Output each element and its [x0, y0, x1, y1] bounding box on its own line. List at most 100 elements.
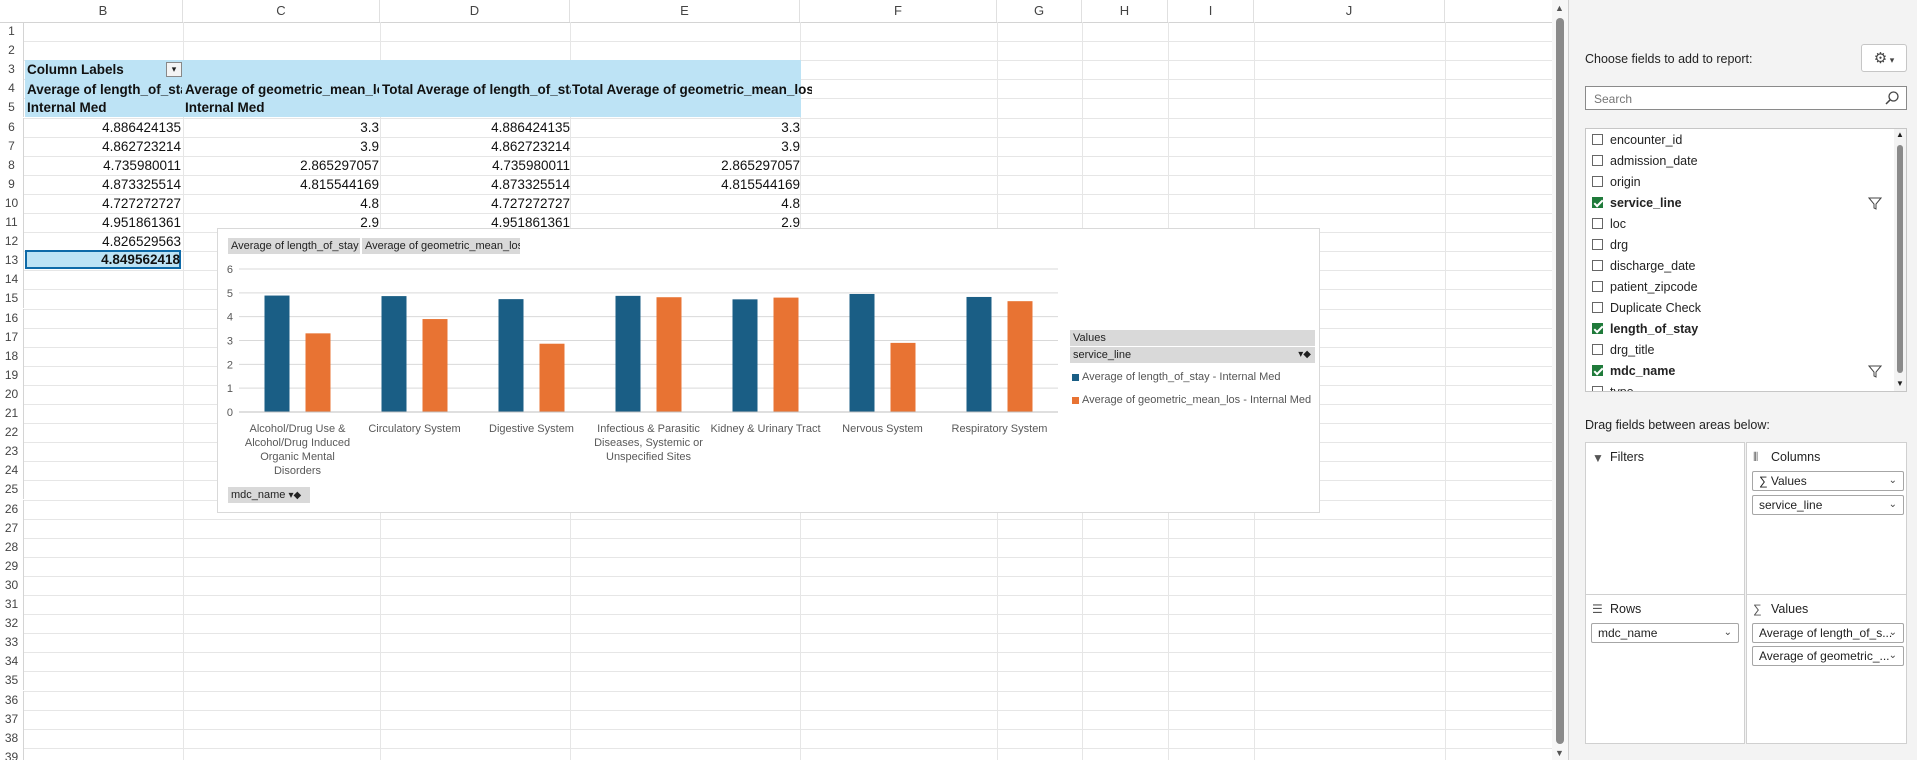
rows-area[interactable]: ☰ Rows mdc_name ⌄ — [1585, 594, 1745, 744]
bar-length-of-stay[interactable] — [381, 296, 407, 412]
row-header-14[interactable]: 14 — [0, 270, 24, 290]
column-header-b[interactable]: B — [24, 0, 183, 22]
row-header-7[interactable]: 7 — [0, 136, 24, 156]
service-line-header-2[interactable]: Internal Med — [185, 98, 375, 117]
field-checkbox[interactable] — [1592, 260, 1603, 271]
filter-icon[interactable] — [1868, 196, 1882, 210]
row-header-24[interactable]: 24 — [0, 461, 24, 481]
row-header-3[interactable]: 3 — [0, 60, 24, 80]
column-header-f[interactable]: F — [800, 0, 997, 22]
field-settings-button[interactable]: ⚙ ▾ — [1861, 44, 1907, 72]
field-item-drg[interactable]: drg — [1592, 235, 1882, 255]
field-item-loc[interactable]: loc — [1592, 214, 1882, 234]
row-header-12[interactable]: 12 — [0, 232, 24, 252]
row-header-32[interactable]: 32 — [0, 614, 24, 634]
bar-length-of-stay[interactable] — [966, 296, 992, 412]
row-header-6[interactable]: 6 — [0, 117, 24, 137]
field-checkbox[interactable] — [1592, 197, 1603, 208]
field-item-length-of-stay[interactable]: length_of_stay — [1592, 319, 1882, 339]
pivot-header-1[interactable]: Average of length_of_sta — [27, 80, 182, 99]
field-item-type[interactable]: type — [1592, 382, 1882, 391]
row-header-19[interactable]: 19 — [0, 365, 24, 385]
row-header-20[interactable]: 20 — [0, 384, 24, 404]
columns-area[interactable]: ⦀ Columns ∑ Values ⌄ service_line ⌄ — [1746, 442, 1907, 596]
pivot-value-cell[interactable]: 4.886424135 — [382, 118, 570, 137]
bar-geometric-mean-los[interactable] — [773, 297, 799, 412]
pivot-value-cell[interactable]: 3.3 — [185, 118, 379, 137]
field-item-mdc-name[interactable]: mdc_name — [1592, 361, 1882, 381]
field-list-scrollbar[interactable]: ▲ ▼ — [1894, 129, 1906, 391]
pivot-header-2[interactable]: Average of geometric_mean_lo — [185, 80, 379, 99]
pivot-value-cell[interactable]: 4.862723214 — [382, 137, 570, 156]
row-header-5[interactable]: 5 — [0, 98, 24, 118]
field-checkbox[interactable] — [1592, 281, 1603, 292]
service-line-header-1[interactable]: Internal Med — [27, 98, 177, 117]
row-header-39[interactable]: 39 — [0, 747, 24, 760]
field-item-service-line[interactable]: service_line — [1592, 193, 1882, 213]
field-search-box[interactable] — [1585, 86, 1907, 110]
pivot-column-labels[interactable]: Column Labels — [27, 60, 167, 79]
field-item-drg-title[interactable]: drg_title — [1592, 340, 1882, 360]
pivot-value-cell[interactable]: 4.727272727 — [382, 194, 570, 213]
row-header-17[interactable]: 17 — [0, 327, 24, 347]
sheet-vertical-scrollbar[interactable]: ▲ ▼ — [1552, 0, 1568, 760]
field-item-origin[interactable]: origin — [1592, 172, 1882, 192]
pivot-value-cell[interactable]: 4.873325514 — [26, 175, 181, 194]
columns-chip-values[interactable]: ∑ Values ⌄ — [1752, 471, 1904, 491]
pivot-value-cell[interactable]: 4.727272727 — [26, 194, 181, 213]
column-labels-filter-button[interactable]: ▾ — [166, 62, 182, 77]
values-area[interactable]: ∑ Values Average of length_of_s... ⌄ Ave… — [1746, 594, 1907, 744]
pivot-value-cell[interactable]: 4.815544169 — [185, 175, 379, 194]
pivot-value-cell[interactable]: 2.865297057 — [185, 156, 379, 175]
scrollbar-thumb[interactable] — [1556, 18, 1564, 744]
row-header-15[interactable]: 15 — [0, 289, 24, 309]
column-header-j[interactable]: J — [1254, 0, 1445, 22]
row-header-31[interactable]: 31 — [0, 595, 24, 615]
scroll-down-arrow-icon[interactable]: ▼ — [1555, 748, 1564, 758]
pivot-value-cell[interactable]: 4.735980011 — [26, 156, 181, 175]
row-header-13[interactable]: 13 — [0, 251, 24, 271]
bar-length-of-stay[interactable] — [732, 299, 758, 412]
values-chip-geometric-mean[interactable]: Average of geometric_... ⌄ — [1752, 646, 1904, 666]
row-header-33[interactable]: 33 — [0, 633, 24, 653]
bar-geometric-mean-los[interactable] — [890, 342, 916, 412]
pivot-value-cell[interactable]: 4.826529563 — [26, 232, 181, 251]
row-header-27[interactable]: 27 — [0, 518, 24, 538]
column-header-h[interactable]: H — [1082, 0, 1168, 22]
values-chip-length-of-stay[interactable]: Average of length_of_s... ⌄ — [1752, 623, 1904, 643]
pivot-header-3[interactable]: Total Average of length_of_sta — [382, 80, 571, 99]
field-checkbox[interactable] — [1592, 155, 1603, 166]
row-header-10[interactable]: 10 — [0, 193, 24, 213]
row-header-21[interactable]: 21 — [0, 404, 24, 424]
filters-area[interactable]: ▼ Filters — [1585, 442, 1745, 596]
column-header-c[interactable]: C — [183, 0, 380, 22]
field-item-discharge-date[interactable]: discharge_date — [1592, 256, 1882, 276]
row-header-36[interactable]: 36 — [0, 690, 24, 710]
row-header-9[interactable]: 9 — [0, 174, 24, 194]
field-checkbox[interactable] — [1592, 365, 1603, 376]
row-header-38[interactable]: 38 — [0, 728, 24, 748]
pivot-value-cell[interactable]: 3.3 — [572, 118, 800, 137]
bar-geometric-mean-los[interactable] — [656, 297, 682, 412]
column-header-e[interactable]: E — [570, 0, 800, 22]
filter-icon[interactable] — [1868, 364, 1882, 378]
bar-length-of-stay[interactable] — [615, 295, 641, 412]
spreadsheet-grid[interactable]: BCDEFGHIJ 1 2 3 4 5 6 7 8 9 10 11 12 13 14 15 16 17 18 19 2… — [0, 0, 1552, 760]
row-header-28[interactable]: 28 — [0, 537, 24, 557]
pivot-value-cell[interactable]: 3.9 — [185, 137, 379, 156]
row-header-1[interactable]: 1 — [0, 22, 24, 42]
search-icon[interactable] — [1884, 90, 1900, 106]
row-header-18[interactable]: 18 — [0, 346, 24, 366]
scroll-up-arrow-icon[interactable]: ▲ — [1555, 3, 1564, 13]
scroll-up-arrow-icon[interactable]: ▲ — [1896, 130, 1904, 139]
pivot-header-4[interactable]: Total Average of geometric_mean_los — [572, 80, 812, 99]
pivot-value-cell[interactable]: 4.951861361 — [26, 213, 181, 232]
bar-geometric-mean-los[interactable] — [305, 333, 331, 412]
field-search-input[interactable] — [1592, 88, 1876, 110]
legend-field-button[interactable]: service_line ▾◆ — [1070, 347, 1315, 363]
row-header-23[interactable]: 23 — [0, 442, 24, 462]
row-header-35[interactable]: 35 — [0, 671, 24, 691]
field-item-duplicate-check[interactable]: Duplicate Check — [1592, 298, 1882, 318]
pivot-value-cell[interactable]: 4.873325514 — [382, 175, 570, 194]
field-checkbox[interactable] — [1592, 302, 1603, 313]
